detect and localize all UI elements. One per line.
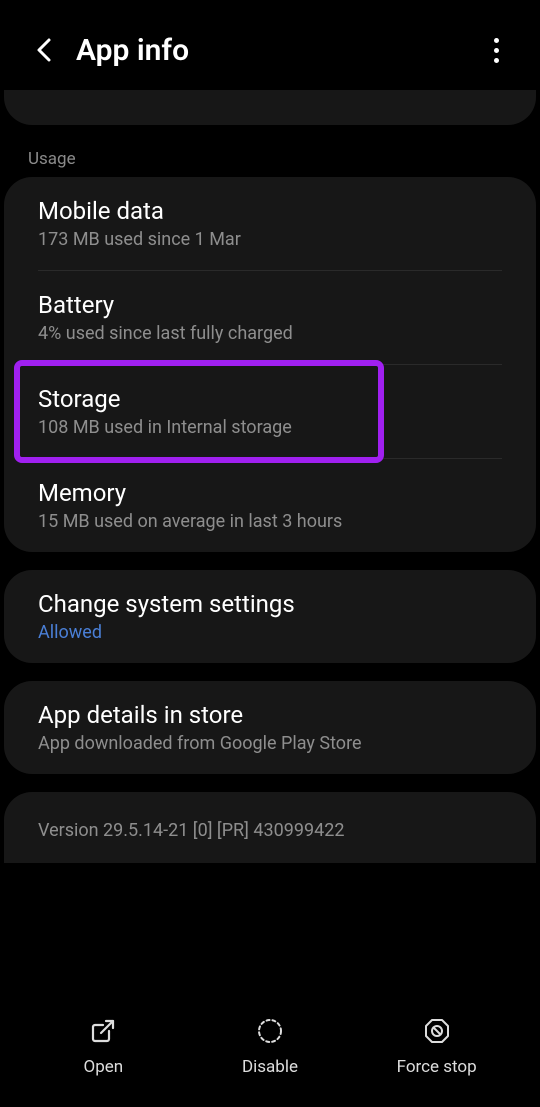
battery-subtitle: 4% used since last fully charged (38, 323, 502, 344)
change-settings-subtitle: Allowed (38, 622, 502, 643)
change-system-settings-item[interactable]: Change system settings Allowed (4, 570, 536, 663)
disable-icon (254, 1015, 286, 1047)
disable-label: Disable (242, 1057, 298, 1077)
version-text: Version 29.5.14-21 [0] [PR] 430999422 (38, 820, 344, 841)
app-header: App info (0, 0, 540, 90)
mobile-data-subtitle: 173 MB used since 1 Mar (38, 229, 502, 250)
mobile-data-item[interactable]: Mobile data 173 MB used since 1 Mar (4, 177, 536, 270)
open-icon (87, 1015, 119, 1047)
usage-card: Mobile data 173 MB used since 1 Mar Batt… (4, 177, 536, 552)
app-details-title: App details in store (38, 701, 502, 729)
back-button[interactable] (24, 30, 64, 70)
force-stop-label: Force stop (397, 1057, 477, 1077)
chevron-left-icon (35, 36, 53, 64)
battery-title: Battery (38, 291, 502, 319)
memory-subtitle: 15 MB used on average in last 3 hours (38, 511, 502, 532)
version-card: Version 29.5.14-21 [0] [PR] 430999422 (4, 792, 536, 863)
page-title: App info (76, 33, 476, 68)
usage-section-header: Usage (0, 135, 540, 177)
bottom-action-bar: Open Disable Force stop (0, 992, 540, 1107)
storage-title: Storage (38, 385, 502, 413)
mobile-data-title: Mobile data (38, 197, 502, 225)
storage-subtitle: 108 MB used in Internal storage (38, 417, 502, 438)
open-button[interactable]: Open (43, 1015, 163, 1077)
storage-item[interactable]: Storage 108 MB used in Internal storage (4, 365, 536, 458)
app-details-subtitle: App downloaded from Google Play Store (38, 733, 502, 754)
force-stop-button[interactable]: Force stop (377, 1015, 497, 1077)
change-settings-card: Change system settings Allowed (4, 570, 536, 663)
more-vertical-icon (494, 38, 499, 63)
disable-button[interactable]: Disable (210, 1015, 330, 1077)
app-details-card: App details in store App downloaded from… (4, 681, 536, 774)
change-settings-title: Change system settings (38, 590, 502, 618)
app-details-item[interactable]: App details in store App downloaded from… (4, 681, 536, 774)
partial-card-top (4, 90, 536, 125)
more-options-button[interactable] (476, 30, 516, 70)
memory-item[interactable]: Memory 15 MB used on average in last 3 h… (4, 459, 536, 552)
open-label: Open (84, 1057, 124, 1077)
memory-title: Memory (38, 479, 502, 507)
force-stop-icon (421, 1015, 453, 1047)
battery-item[interactable]: Battery 4% used since last fully charged (4, 271, 536, 364)
